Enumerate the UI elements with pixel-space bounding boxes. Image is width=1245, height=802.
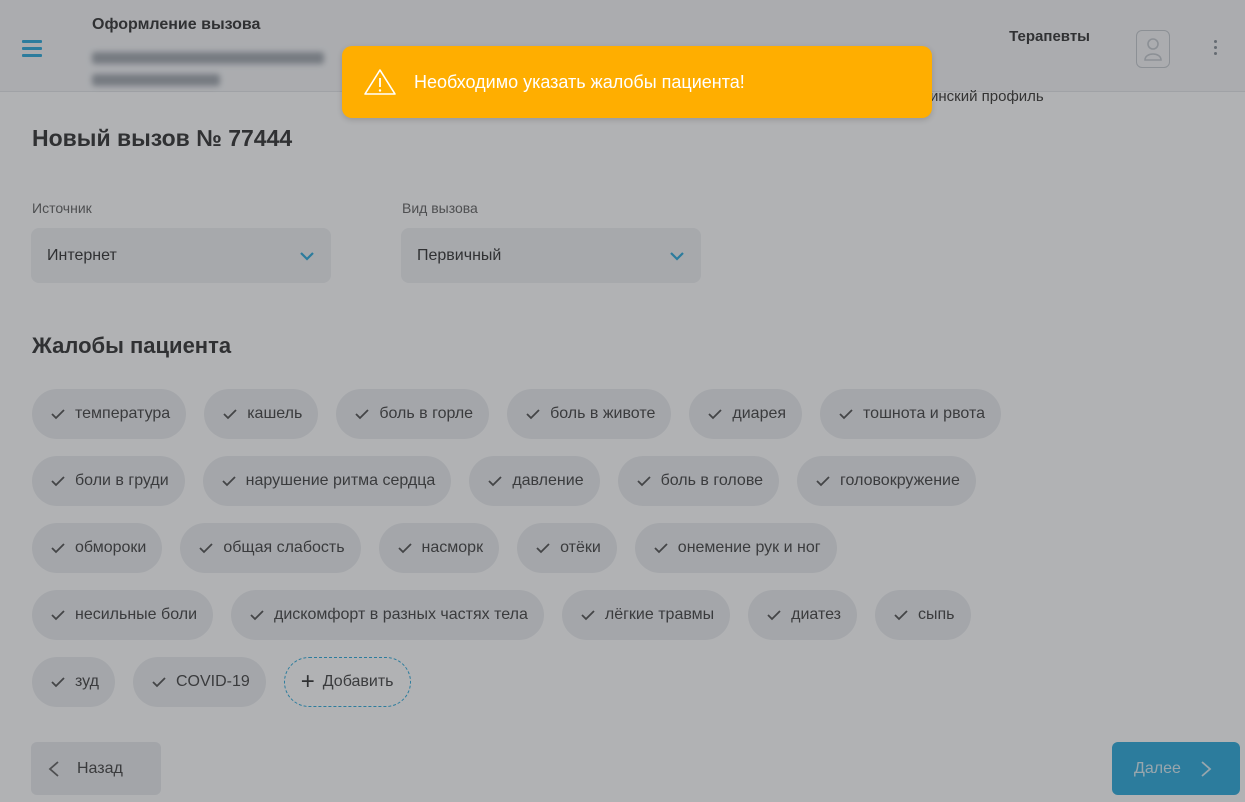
warning-icon bbox=[364, 69, 396, 95]
toast-message: Необходимо указать жалобы пациента! bbox=[414, 71, 745, 92]
warning-toast: Необходимо указать жалобы пациента! bbox=[342, 46, 932, 118]
profile-label: инский профиль bbox=[930, 88, 1044, 105]
modal-overlay bbox=[0, 0, 1245, 802]
